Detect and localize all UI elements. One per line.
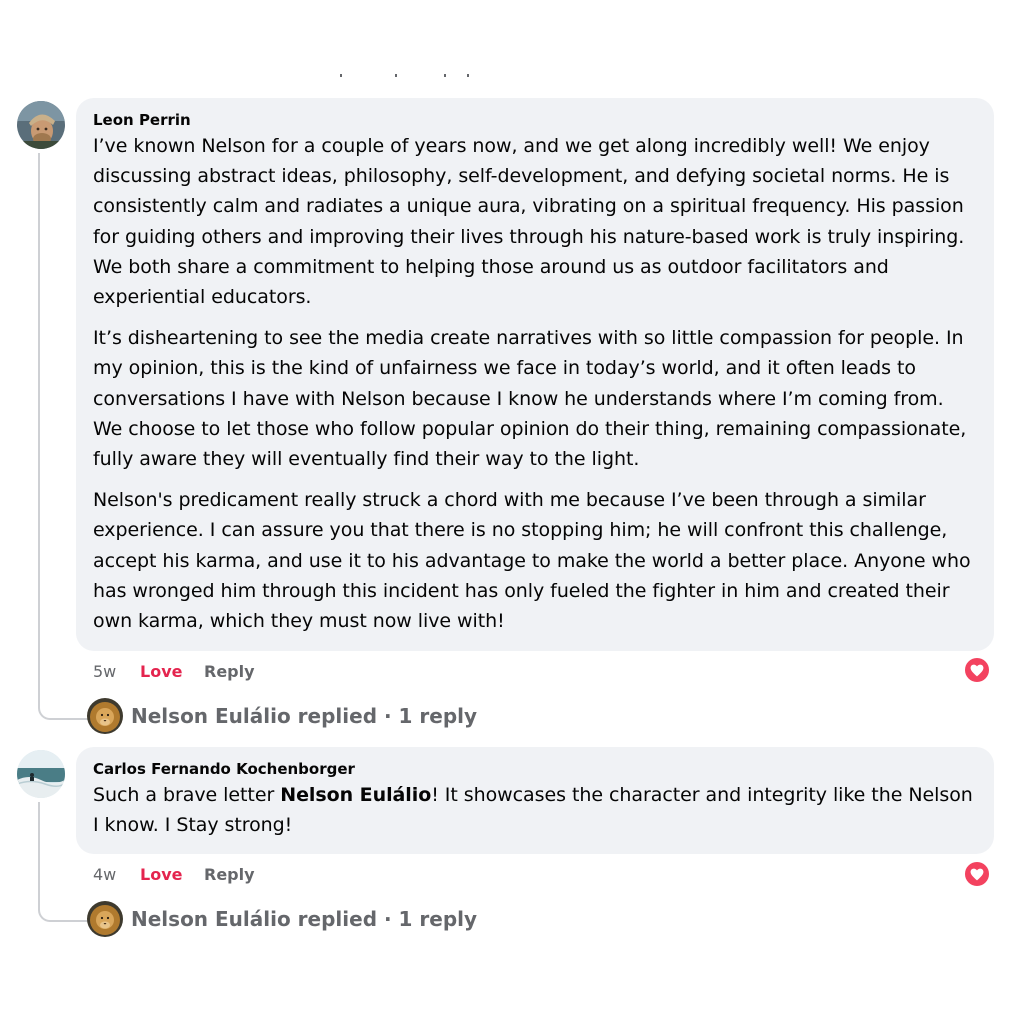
heart-glyph-icon (970, 664, 984, 676)
comment-timestamp[interactable]: 4w (93, 865, 140, 884)
heart-glyph-icon (970, 868, 984, 880)
comment-actions: 4w Love Reply (93, 865, 255, 884)
comment-text-start: Such a brave letter (93, 784, 281, 806)
avatar[interactable] (17, 750, 65, 798)
comment-timestamp[interactable]: 5w (93, 662, 140, 681)
comment-paragraph: I’ve known Nelson for a couple of years … (93, 135, 965, 309)
love-button[interactable]: Love (140, 662, 204, 681)
avatar[interactable] (17, 101, 65, 149)
comment-bubble: Carlos Fernando Kochenborger Such a brav… (76, 747, 994, 854)
reply-button[interactable]: Reply (204, 662, 255, 681)
thread-connector-line (38, 802, 88, 922)
comment-paragraph: It’s disheartening to see the media crea… (93, 327, 967, 471)
comment-actions: 5w Love Reply (93, 662, 255, 681)
comment-author[interactable]: Carlos Fernando Kochenborger (93, 759, 977, 779)
comment-text: Such a brave letter Nelson Eulálio! It s… (93, 780, 977, 840)
comment-author[interactable]: Leon Perrin (93, 110, 977, 130)
avatar-nelson-lion-icon (87, 901, 123, 937)
reply-button[interactable]: Reply (204, 865, 255, 884)
comment-bubble: Leon Perrin I’ve known Nelson for a coup… (76, 98, 994, 651)
view-replies-link[interactable]: Nelson Eulálio replied · 1 reply (87, 901, 477, 937)
comment-paragraph: Nelson's predicament really struck a cho… (93, 489, 971, 633)
avatar-nelson-lion-icon (87, 698, 123, 734)
mention-link[interactable]: Nelson Eulálio (280, 784, 431, 806)
avatar-carlos-icon (17, 750, 65, 798)
heart-icon[interactable] (963, 860, 991, 888)
thread-connector-line (38, 153, 88, 720)
replies-summary[interactable]: Nelson Eulálio replied · 1 reply (131, 704, 477, 728)
heart-icon[interactable] (963, 656, 991, 684)
view-replies-link[interactable]: Nelson Eulálio replied · 1 reply (87, 698, 477, 734)
love-button[interactable]: Love (140, 865, 204, 884)
replies-summary[interactable]: Nelson Eulálio replied · 1 reply (131, 907, 477, 931)
avatar-leon-icon (17, 101, 65, 149)
previous-comment-cutoff (300, 66, 500, 80)
